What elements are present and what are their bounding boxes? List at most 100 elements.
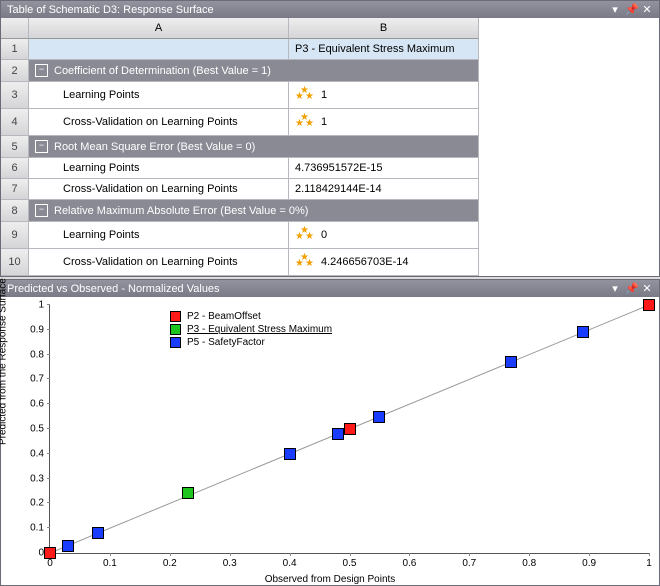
data-point[interactable] <box>643 299 655 311</box>
metric-value[interactable]: ★★★ 1 <box>289 82 479 109</box>
row-num[interactable]: 3 <box>1 82 29 109</box>
collapse-icon[interactable]: − <box>35 140 48 153</box>
col-header-rownum[interactable] <box>1 18 29 39</box>
y-tick: 0.8 <box>22 349 44 360</box>
group-header[interactable]: −Relative Maximum Absolute Error (Best V… <box>29 200 479 222</box>
dropdown-icon[interactable]: ▾ <box>609 282 621 295</box>
metric-label[interactable]: Learning Points <box>29 158 289 179</box>
row-num[interactable]: 4 <box>1 109 29 136</box>
y-axis-label: Predicted from the Response Surface <box>0 278 9 445</box>
x-tick: 0.3 <box>223 558 237 569</box>
col-header-b[interactable]: B <box>289 18 479 39</box>
schematic-table-panel: Table of Schematic D3: Response Surface … <box>0 0 660 277</box>
close-icon[interactable]: ✕ <box>641 3 653 16</box>
value-text: 4.246656703E-14 <box>321 256 408 268</box>
collapse-icon[interactable]: − <box>35 204 48 217</box>
legend-swatch <box>170 311 181 322</box>
value-text: 1 <box>321 116 327 128</box>
cell-b1[interactable]: P3 - Equivalent Stress Maximum <box>289 39 479 60</box>
stars-icon: ★★★ <box>295 226 315 244</box>
data-point[interactable] <box>505 356 517 368</box>
collapse-icon[interactable]: − <box>35 64 48 77</box>
row-num[interactable]: 8 <box>1 200 29 222</box>
chart-window-controls: ▾ 📌 ✕ <box>609 282 653 295</box>
y-tick: 0.9 <box>22 324 44 335</box>
data-point[interactable] <box>92 527 104 539</box>
y-tick: 0.6 <box>22 399 44 410</box>
metric-label[interactable]: Learning Points <box>29 82 289 109</box>
metric-value[interactable]: 2.118429144E-14 <box>289 179 479 200</box>
row-num[interactable]: 2 <box>1 60 29 82</box>
pin-icon[interactable]: 📌 <box>625 282 637 295</box>
x-tick: 0.9 <box>582 558 596 569</box>
cell-a1[interactable] <box>29 39 289 60</box>
value-text: 1 <box>321 89 327 101</box>
group-header[interactable]: −Root Mean Square Error (Best Value = 0) <box>29 136 479 158</box>
value-text: 0 <box>321 229 327 241</box>
y-tick: 0.3 <box>22 473 44 484</box>
row-num[interactable]: 5 <box>1 136 29 158</box>
scatter-plot[interactable]: P2 - BeamOffset P3 - Equivalent Stress Ma… <box>49 305 649 554</box>
row-num[interactable]: 9 <box>1 222 29 249</box>
chart-titlebar[interactable]: Predicted vs Observed - Normalized Value… <box>1 280 659 297</box>
row-num[interactable]: 6 <box>1 158 29 179</box>
metric-value[interactable]: ★★★ 0 <box>289 222 479 249</box>
pin-icon[interactable]: 📌 <box>625 3 637 16</box>
group-header[interactable]: −Coefficient of Determination (Best Valu… <box>29 60 479 82</box>
data-point[interactable] <box>332 428 344 440</box>
y-tick: 0 <box>22 548 44 559</box>
row-num[interactable]: 10 <box>1 249 29 276</box>
x-tick: 1 <box>646 558 652 569</box>
dropdown-icon[interactable]: ▾ <box>609 3 621 16</box>
chart-title: Predicted vs Observed - Normalized Value… <box>7 283 220 295</box>
row-num[interactable]: 7 <box>1 179 29 200</box>
table-window-controls: ▾ 📌 ✕ <box>609 3 653 16</box>
x-tick: 0.1 <box>103 558 117 569</box>
x-tick: 0.2 <box>163 558 177 569</box>
y-tick: 0.1 <box>22 523 44 534</box>
chart-panel: Predicted vs Observed - Normalized Value… <box>0 279 660 586</box>
data-point[interactable] <box>344 423 356 435</box>
legend-label: P2 - BeamOffset <box>187 311 261 322</box>
metric-value[interactable]: ★★★ 4.246656703E-14 <box>289 249 479 276</box>
x-tick: 0.8 <box>522 558 536 569</box>
row-num[interactable]: 1 <box>1 39 29 60</box>
y-tick: 0.2 <box>22 498 44 509</box>
legend[interactable]: P2 - BeamOffset P3 - Equivalent Stress Ma… <box>170 311 332 350</box>
data-point[interactable] <box>373 411 385 423</box>
x-tick: 0.6 <box>402 558 416 569</box>
y-tick: 0.7 <box>22 374 44 385</box>
legend-item[interactable]: P2 - BeamOffset <box>170 311 332 322</box>
data-point[interactable] <box>577 326 589 338</box>
table-title: Table of Schematic D3: Response Surface <box>7 4 214 16</box>
legend-item[interactable]: P5 - SafetyFactor <box>170 337 332 348</box>
close-icon[interactable]: ✕ <box>641 282 653 295</box>
y-tick: 0.5 <box>22 424 44 435</box>
legend-swatch <box>170 337 181 348</box>
x-tick: 0.7 <box>462 558 476 569</box>
stars-icon: ★★★ <box>295 113 315 131</box>
legend-swatch <box>170 324 181 335</box>
legend-label: P3 - Equivalent Stress Maximum <box>187 324 332 335</box>
x-tick: 0 <box>47 558 53 569</box>
table-titlebar[interactable]: Table of Schematic D3: Response Surface … <box>1 1 659 18</box>
metric-label[interactable]: Cross-Validation on Learning Points <box>29 109 289 136</box>
legend-item[interactable]: P3 - Equivalent Stress Maximum <box>170 324 332 335</box>
data-point[interactable] <box>62 540 74 552</box>
stars-icon: ★★★ <box>295 86 315 104</box>
metric-value[interactable]: 4.736951572E-15 <box>289 158 479 179</box>
legend-label: P5 - SafetyFactor <box>187 337 265 348</box>
data-point[interactable] <box>284 448 296 460</box>
metric-value[interactable]: ★★★ 1 <box>289 109 479 136</box>
data-point[interactable] <box>182 487 194 499</box>
stars-icon: ★★★ <box>295 253 315 271</box>
data-point[interactable] <box>44 547 56 559</box>
x-axis-label: Observed from Design Points <box>265 574 396 585</box>
col-header-a[interactable]: A <box>29 18 289 39</box>
y-tick: 1 <box>22 300 44 311</box>
metric-label[interactable]: Cross-Validation on Learning Points <box>29 179 289 200</box>
schematic-table: A B 1 P3 - Equivalent Stress Maximum 2−C… <box>1 18 659 276</box>
metric-label[interactable]: Learning Points <box>29 222 289 249</box>
x-tick: 0.5 <box>343 558 357 569</box>
metric-label[interactable]: Cross-Validation on Learning Points <box>29 249 289 276</box>
